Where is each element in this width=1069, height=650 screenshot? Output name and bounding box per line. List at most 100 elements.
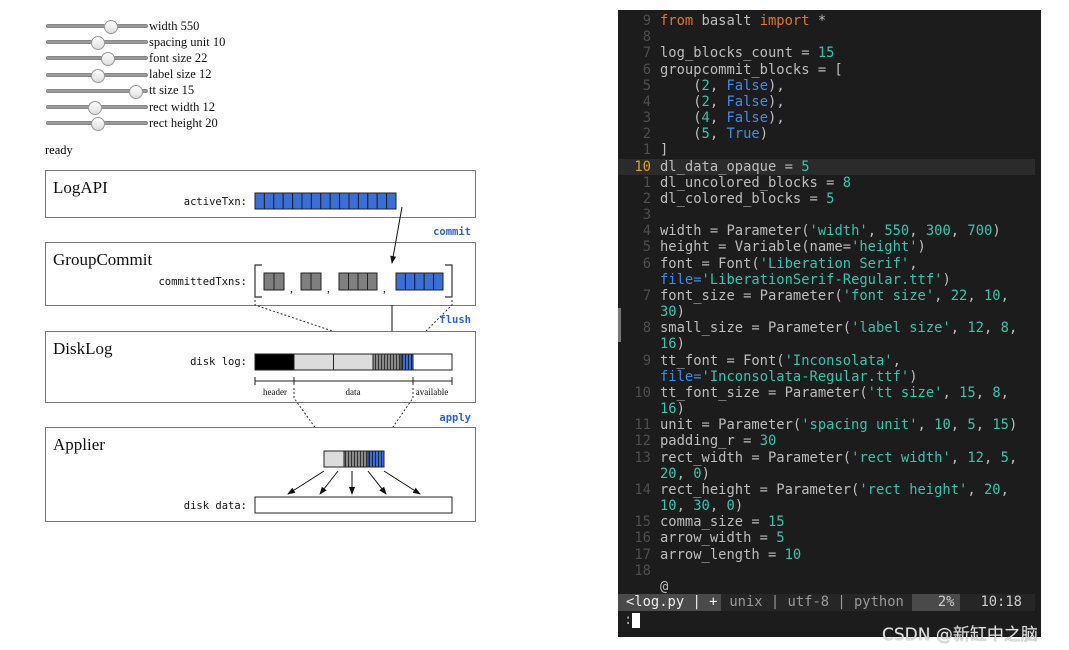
code-line[interactable]: 11 unit = Parameter('spacing unit', 10, 5… (618, 417, 1035, 433)
disk-log-label: disk log: (190, 356, 247, 368)
code-token: 12 (967, 320, 984, 337)
code-token: 'font size' (842, 287, 935, 304)
code-text: log_blocks_count = 15 (660, 45, 834, 61)
code-line[interactable]: 16 arrow_width = 5 (618, 530, 1035, 546)
committed-txn-block (348, 272, 359, 291)
code-token: , (892, 352, 901, 369)
code-editor[interactable]: 9 from basalt import * 8 7 log_blocks_count … (618, 10, 1041, 637)
line-number: 7 (642, 45, 651, 62)
code-text: small_size = Parameter('label size', 12,… (660, 320, 1017, 336)
committed-txn-block (300, 272, 312, 291)
code-line[interactable]: 3 (618, 207, 1035, 223)
code-token: , (975, 417, 993, 434)
code-text: rect_width = Parameter('rect width', 12,… (660, 450, 1017, 466)
code-line[interactable]: 1] (618, 142, 1035, 158)
code-line[interactable]: 5 height = Variable(name='height') (618, 239, 1035, 255)
code-line[interactable]: file='Inconsolata-Regular.ttf') (618, 369, 1035, 385)
code-token: 'rect height' (859, 481, 968, 498)
code-line[interactable]: 7 log_blocks_count = 15 (618, 45, 1035, 61)
code-token: 'width' (809, 223, 868, 240)
code-text: @ (660, 579, 668, 595)
applier-opaque (323, 450, 345, 468)
code-line[interactable]: 10 tt_font_size = Parameter('tt size', 15… (618, 385, 1035, 401)
group-commit-title: GroupCommit (53, 250, 152, 269)
code-token: , (950, 449, 968, 466)
code-line[interactable]: 4 width = Parameter('width', 550, 300, 70… (618, 223, 1035, 239)
code-line[interactable]: 1 dl_uncolored_blocks = 8 (618, 175, 1035, 191)
line-number: 6 (642, 61, 651, 78)
code-token: 5 (701, 126, 710, 143)
code-token: , (1008, 320, 1018, 337)
code-token: 15 (959, 384, 976, 401)
line-number: 4 (642, 93, 651, 110)
code-token: , (1000, 384, 1009, 401)
committed-txn-block (433, 272, 444, 291)
code-line[interactable]: file='LiberationSerif-Regular.ttf') (618, 272, 1035, 288)
code-line[interactable]: 9 from basalt import * (618, 13, 1035, 29)
code-token: 2 (701, 93, 710, 110)
line-number: 9 (642, 13, 651, 29)
log-api-title: LogAPI (53, 178, 108, 197)
stage-label: flush (439, 314, 471, 326)
code-line[interactable]: 6 groupcommit_blocks = [ (618, 62, 1035, 78)
line-number: 4 (642, 223, 651, 240)
code-token: , (709, 77, 727, 94)
code-line[interactable]: 9 tt_font = Font('Inconsolata', (618, 353, 1035, 369)
code-line[interactable]: 7 font_size = Parameter('font size', 22, … (618, 288, 1035, 304)
code-text: padding_r = 30 (660, 433, 776, 449)
code-text: height = Variable(name='height') (660, 239, 926, 255)
code-token: @ (660, 578, 669, 595)
code-line[interactable]: 17 arrow_length = 10 (618, 547, 1035, 563)
code-token: ), (768, 93, 785, 110)
committed-txn-block (404, 272, 416, 291)
code-line[interactable]: 16) (618, 336, 1035, 352)
statusline-position: 10:18 (980, 594, 1022, 610)
code-line[interactable]: 2 (5, True) (618, 126, 1035, 142)
code-token: 8 (1000, 320, 1009, 337)
line-number: 12 (634, 433, 651, 450)
code-line[interactable]: 2 dl_colored_blocks = 5 (618, 191, 1035, 207)
line-number: 7 (642, 287, 651, 304)
code-token: small_size = Parameter( (660, 320, 852, 337)
code-token: rect_height = Parameter( (660, 481, 860, 498)
code-line[interactable]: 16) (618, 401, 1035, 417)
code-token: comma_size = (660, 514, 768, 531)
code-line[interactable]: 6 font = Font('Liberation Serif', (618, 256, 1035, 272)
statusline-percent: 2% (911, 594, 961, 611)
code-line[interactable]: 5 (2, False), (618, 78, 1035, 94)
code-text: arrow_width = 5 (660, 530, 785, 546)
split-handle[interactable] (618, 308, 621, 342)
stage-label: commit (433, 226, 471, 238)
code-token: 5 (801, 158, 810, 175)
code-token: , (867, 223, 885, 240)
watermark: CSDN @新缸中之脑 (882, 625, 1038, 645)
code-line[interactable]: 10 dl_data_opaque = 5 (618, 158, 1035, 175)
code-token: ) (701, 465, 710, 482)
code-token: width = Parameter( (660, 223, 810, 240)
code-line[interactable]: 12 padding_r = 30 (618, 433, 1035, 449)
code-line[interactable]: 3 (4, False), (618, 110, 1035, 126)
code-token: import (759, 13, 810, 29)
code-text: unit = Parameter('spacing unit', 10, 5, … (660, 417, 1017, 433)
code-token: ) (992, 223, 1001, 240)
active-txn-block (339, 192, 350, 210)
command-line[interactable]: : (624, 612, 641, 628)
vim-statusline: <log.py | + unix | utf-8 | python 2% 10:18 (618, 594, 1035, 611)
active-txn-block (292, 192, 303, 210)
code-line[interactable]: @ (618, 579, 1035, 595)
code-line[interactable]: 30) (618, 304, 1035, 320)
code-line[interactable]: 4 (2, False), (618, 94, 1035, 110)
code-token: , (934, 287, 951, 304)
code-line[interactable]: 15 comma_size = 15 (618, 514, 1035, 530)
code-line[interactable]: 14 rect_height = Parameter('rect height',… (618, 482, 1035, 498)
code-line[interactable]: 13 rect_width = Parameter('rect width', 1… (618, 450, 1035, 466)
code-line[interactable]: 10, 30, 0) (618, 498, 1035, 514)
code-text: 16) (660, 401, 685, 417)
code-token: ) (759, 126, 769, 143)
code-line[interactable]: 8 small_size = Parameter('label size', 12… (618, 320, 1035, 336)
code-text: file='LiberationSerif-Regular.ttf') (660, 272, 951, 288)
code-line[interactable]: 18 (618, 563, 1035, 579)
code-line[interactable]: 8 (618, 29, 1035, 45)
code-line[interactable]: 20, 0) (618, 466, 1035, 482)
code-token: True (726, 126, 760, 143)
